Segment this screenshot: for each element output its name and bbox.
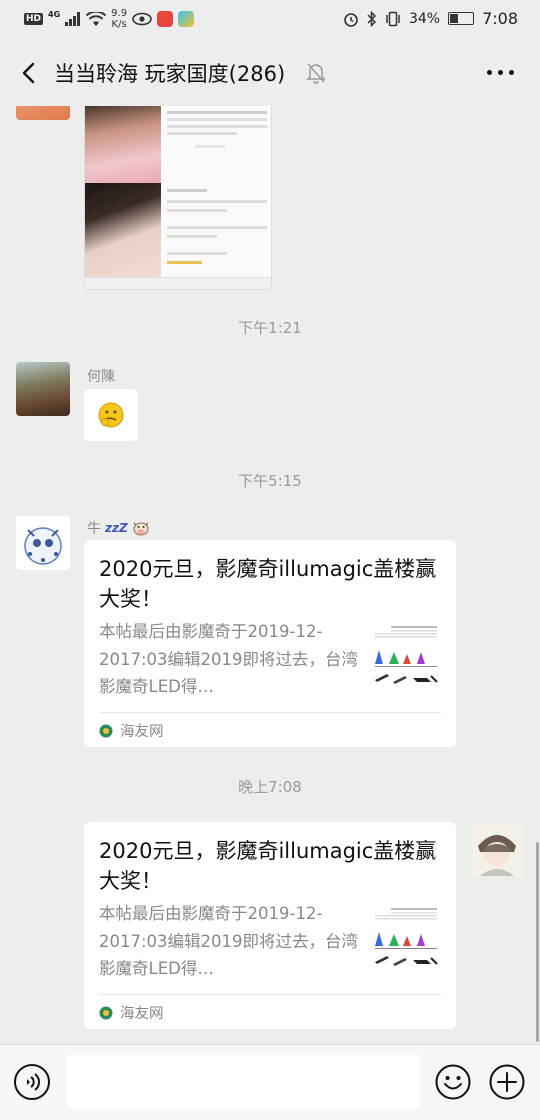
link-card-incoming[interactable]: 2020元旦，影魔奇illumagic盖楼赢大奖！ 本帖最后由影魔奇于2019-… [84, 540, 456, 747]
wifi-icon [86, 11, 107, 26]
comment-lines [167, 181, 267, 270]
timestamp: 下午5:15 [238, 472, 302, 490]
message-bubble[interactable] [84, 389, 138, 441]
card-title: 2020元旦，影魔奇illumagic盖楼赢大奖！ [99, 839, 437, 893]
status-bar: HD 4G 9.9 K/s 34% 7:08 [0, 0, 540, 40]
link-card-outgoing[interactable]: 2020元旦，影魔奇illumagic盖楼赢大奖！ 本帖最后由影魔奇于2019-… [84, 822, 456, 1029]
scrollbar[interactable] [536, 842, 539, 1042]
more-icon[interactable] [487, 70, 514, 75]
video-app-icon [178, 11, 195, 27]
photo-1 [85, 106, 161, 183]
alarm-icon [344, 12, 358, 27]
chat-title: 当当聆海 玩家国度(286) [54, 62, 286, 86]
back-arrow-icon[interactable] [16, 58, 44, 88]
thinking-emoji-icon [98, 402, 124, 428]
eye-icon [132, 12, 152, 26]
vibrate-icon [386, 11, 400, 26]
input-bar [0, 1044, 540, 1120]
message-input[interactable] [66, 1055, 420, 1109]
card-source: 海友网 [99, 1002, 164, 1023]
shared-image[interactable] [84, 106, 272, 290]
signal-icon [65, 12, 81, 26]
mute-bell-icon [306, 63, 326, 84]
card-divider [99, 994, 441, 995]
card-description: 本帖最后由影魔奇于2019-12-2017:03编辑2019即将过去，台湾影魔奇… [99, 622, 359, 696]
avatar-image [478, 835, 516, 876]
bluetooth-icon [367, 10, 376, 27]
sender-name: 何陳 [87, 369, 115, 385]
source-logo-icon [99, 724, 113, 737]
sender-name: 牛 zzZ [87, 518, 150, 538]
avatar-image [24, 527, 62, 565]
card-title: 2020元旦，影魔奇illumagic盖楼赢大奖！ [99, 557, 437, 611]
clock: 7:08 [482, 9, 518, 28]
hd-badge: HD [24, 13, 44, 25]
emoji-icon[interactable] [435, 1064, 471, 1100]
avatar[interactable] [16, 516, 70, 570]
card-divider [99, 712, 441, 713]
network-speed: 9.9 K/s [111, 8, 128, 30]
message-list[interactable]: 下午1:21 何陳 下午5:15 牛 zzZ 2020元旦，影魔奇illumag… [0, 106, 540, 1044]
timestamp: 晚上7:08 [238, 778, 302, 796]
my-avatar[interactable] [470, 822, 524, 876]
avatar[interactable] [16, 362, 70, 416]
network-type: 4G [48, 9, 61, 19]
photo-2 [85, 183, 161, 285]
voice-icon[interactable] [14, 1064, 50, 1100]
post-text-lines [167, 107, 267, 167]
timestamp: 下午1:21 [238, 319, 302, 337]
source-logo-icon [99, 1006, 113, 1019]
sleep-zzz: zzZ [105, 521, 128, 535]
weibo-icon [157, 11, 174, 27]
avatar[interactable] [16, 106, 70, 120]
chat-header: 当当聆海 玩家国度(286) [0, 40, 540, 106]
plus-icon[interactable] [489, 1064, 525, 1100]
cow-face-icon [133, 522, 149, 536]
card-thumbnail [371, 624, 441, 694]
battery-icon [448, 12, 475, 25]
card-description: 本帖最后由影魔奇于2019-12-2017:03编辑2019即将过去，台湾影魔奇… [99, 904, 359, 978]
battery-percent: 34% [408, 10, 441, 27]
card-thumbnail [371, 906, 441, 976]
card-source: 海友网 [99, 720, 164, 741]
